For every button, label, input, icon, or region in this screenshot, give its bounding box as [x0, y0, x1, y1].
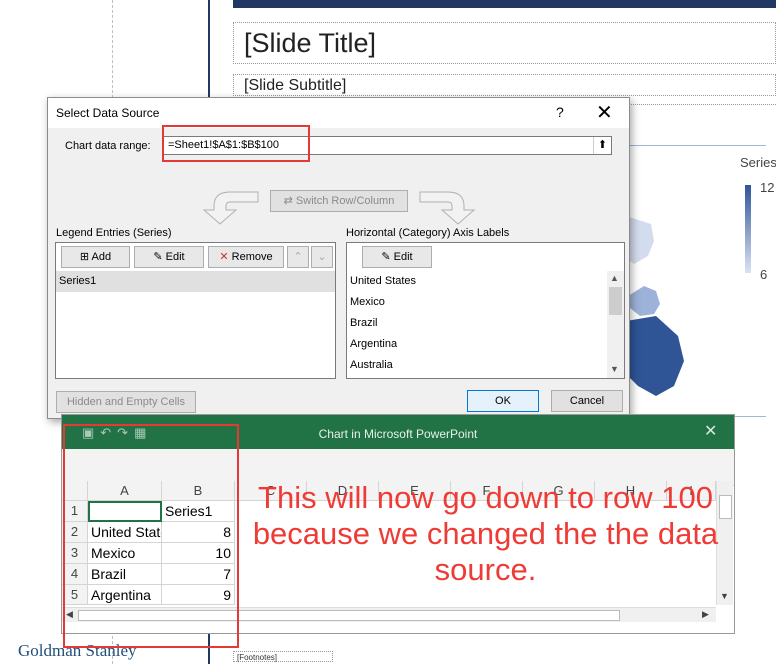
dialog-title: Select Data Source	[56, 106, 160, 120]
highlight-box-range	[162, 125, 310, 162]
map-region-light	[626, 216, 654, 264]
scroll-right-icon: ▶	[702, 609, 709, 619]
category-item[interactable]: Brazil	[347, 313, 606, 334]
category-item[interactable]: Mexico	[347, 292, 606, 313]
remove-label: Remove	[231, 251, 273, 263]
slide-header-bar	[233, 0, 776, 8]
annotation-text: This will now go down to row 100 because…	[252, 480, 719, 587]
axis-labels-scrollbar[interactable]: ▲ ▼	[607, 271, 624, 378]
remove-icon: ✕	[219, 251, 232, 263]
remove-series-button[interactable]: ✕ Remove	[208, 246, 284, 268]
excel-close-button[interactable]: ✕	[704, 421, 717, 441]
add-series-button[interactable]: ⊞ Add	[61, 246, 130, 268]
select-data-source-dialog: Select Data Source ? ✕ Chart data range:…	[47, 97, 630, 419]
edit-label: Edit	[165, 251, 185, 263]
axis-labels-label: Horizontal (Category) Axis Labels	[346, 227, 510, 239]
cancel-button[interactable]: Cancel	[551, 390, 623, 412]
legend-entries-label: Legend Entries (Series)	[56, 227, 172, 239]
legend-min: 6	[760, 267, 768, 282]
legend-max: 12	[760, 180, 775, 195]
add-icon: ⊞	[79, 251, 92, 263]
axis-labels-panel: ✎ Edit United States Mexico Brazil Argen…	[346, 242, 625, 379]
chevron-down-icon: ⌄	[317, 251, 327, 263]
category-item[interactable]: Australia	[347, 355, 606, 376]
edit-series-button[interactable]: ✎ Edit	[134, 246, 204, 268]
switch-icon: ⇄	[283, 195, 296, 207]
map-region-dark	[626, 316, 684, 396]
switch-row-column-button[interactable]: ⇄ Switch Row/Column	[270, 190, 408, 212]
move-up-button[interactable]: ⌃	[287, 246, 309, 268]
legend-entries-panel: ⊞ Add ✎ Edit ✕ Remove ⌃ ⌄ Series1	[55, 242, 336, 379]
axis-edit-label: Edit	[393, 251, 413, 263]
hidden-empty-cells-button[interactable]: Hidden and Empty Cells	[56, 391, 196, 413]
category-item[interactable]: Argentina	[347, 334, 606, 355]
ok-button[interactable]: OK	[467, 390, 539, 412]
scroll-thumb[interactable]	[609, 287, 622, 315]
legend-gradient	[745, 185, 751, 273]
scroll-up-icon: ▲	[610, 273, 619, 283]
add-label: Add	[91, 251, 112, 263]
chart-range-label: Chart data range:	[65, 140, 151, 152]
right-arrow-icon	[419, 191, 476, 225]
footnotes-placeholder[interactable]: [Footnotes]	[233, 651, 333, 662]
slide-title[interactable]: [Slide Title]	[233, 22, 776, 64]
help-button[interactable]: ?	[556, 104, 564, 120]
highlight-box-rows	[63, 424, 239, 648]
map-region-mid	[628, 286, 660, 316]
move-down-button[interactable]: ⌄	[311, 246, 333, 268]
collapse-arrow-icon: ⬆	[597, 139, 608, 151]
scroll-down-icon: ▼	[720, 591, 729, 601]
left-arrow-icon	[202, 191, 259, 225]
slide-subtitle[interactable]: [Slide Subtitle]	[233, 74, 776, 96]
edit-icon: ✎	[153, 251, 166, 263]
edit-icon: ✎	[381, 251, 394, 263]
collapse-range-button[interactable]: ⬆	[593, 137, 611, 154]
legend-title: Series	[740, 155, 776, 170]
category-item[interactable]: United States	[347, 271, 606, 292]
scroll-down-icon: ▼	[610, 364, 619, 374]
switch-row-column-label: Switch Row/Column	[295, 195, 395, 207]
chevron-up-icon: ⌃	[293, 251, 303, 263]
close-button[interactable]: ✕	[596, 100, 613, 125]
edit-axis-labels-button[interactable]: ✎ Edit	[362, 246, 432, 268]
series-item[interactable]: Series1	[56, 271, 335, 292]
